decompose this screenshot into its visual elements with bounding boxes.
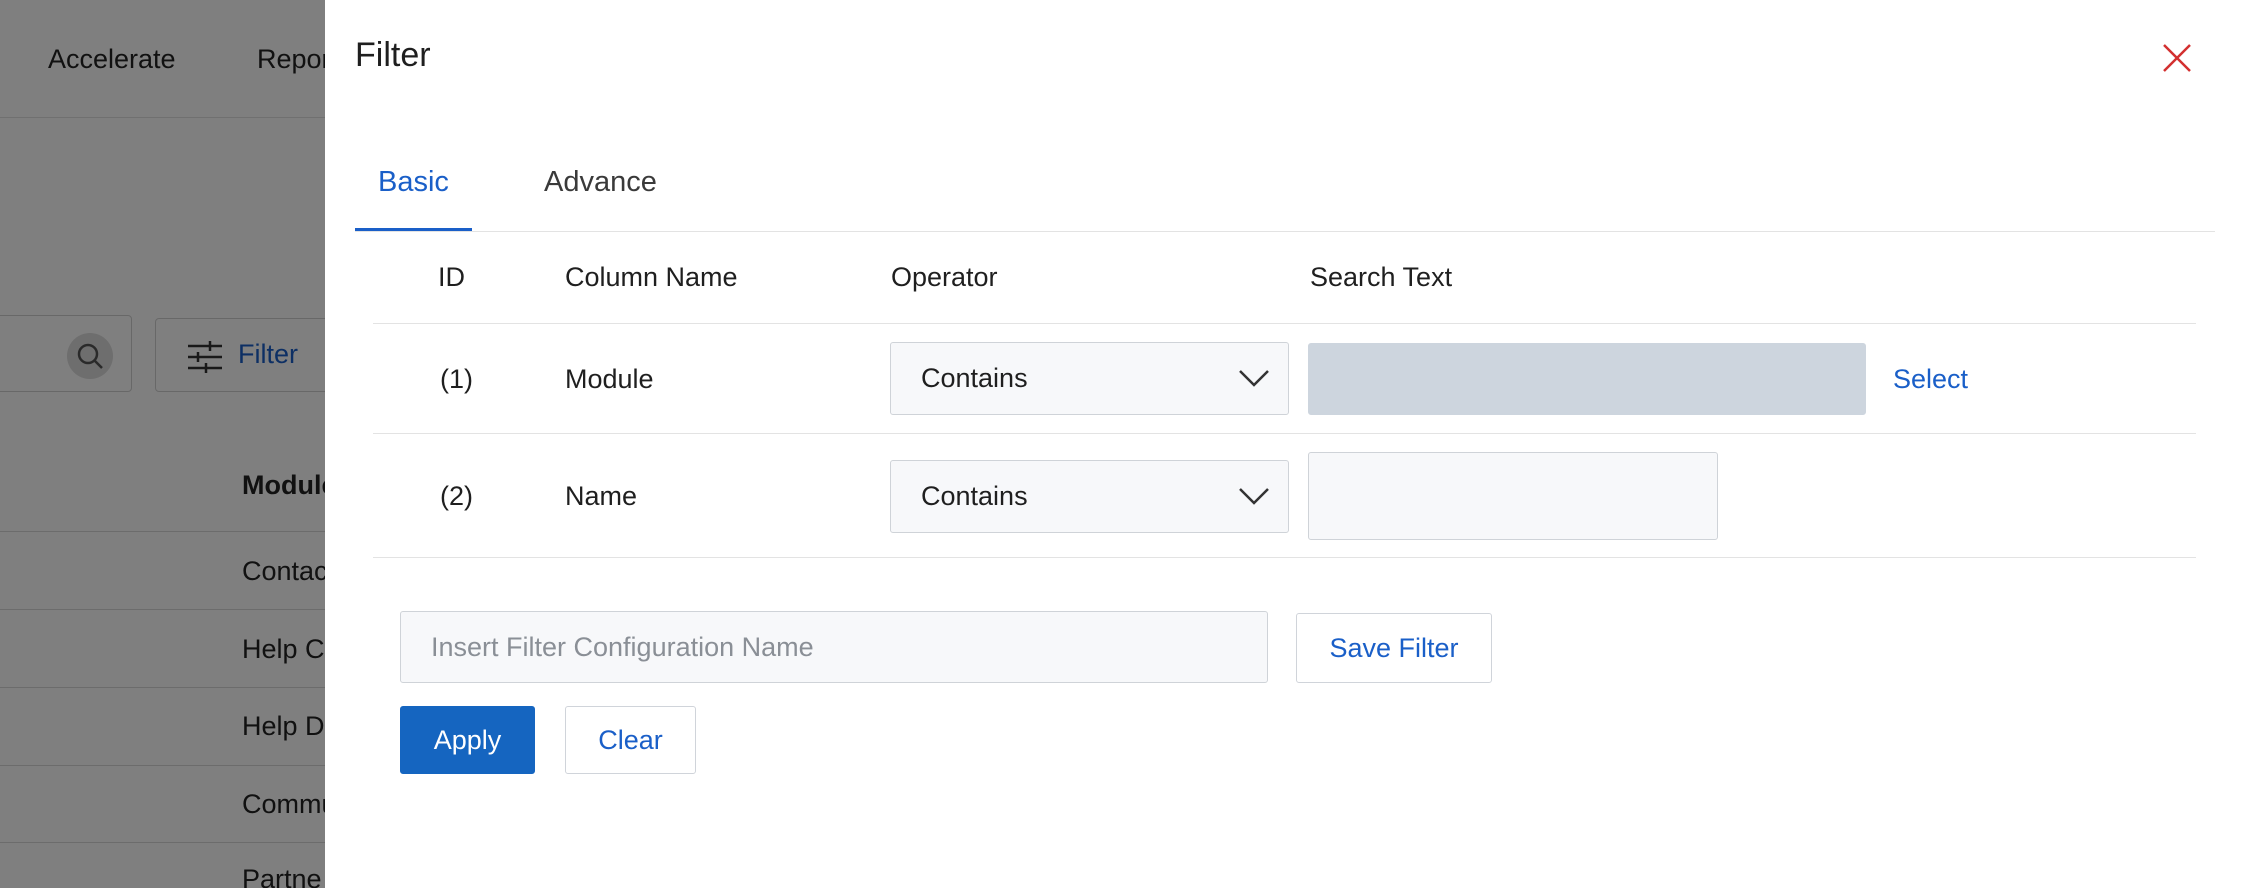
- filter-row: (2) Name Contains: [373, 434, 2196, 558]
- filter-grid-header: ID Column Name Operator Search Text: [373, 232, 2196, 324]
- column-header-operator: Operator: [891, 262, 998, 292]
- column-header-id: ID: [438, 262, 465, 292]
- row-column-name: Name: [565, 481, 638, 511]
- filter-row: (1) Module Contains Select: [373, 324, 2196, 434]
- row-id: (1): [440, 364, 473, 394]
- column-header-column-name: Column Name: [565, 262, 738, 292]
- filter-config-name-input[interactable]: [400, 611, 1268, 683]
- row-column-name: Module: [565, 364, 654, 394]
- search-text-input-disabled: [1308, 343, 1866, 415]
- filter-tabs: Basic Advance: [355, 150, 2215, 232]
- chevron-down-icon: [1239, 370, 1269, 387]
- drawer-title: Filter: [355, 36, 431, 74]
- operator-select-value: Contains: [921, 363, 1028, 393]
- operator-select-value: Contains: [921, 481, 1028, 511]
- clear-button[interactable]: Clear: [565, 706, 696, 774]
- row-id: (2): [440, 481, 473, 511]
- search-text-input[interactable]: [1308, 452, 1718, 540]
- tab-advance[interactable]: Advance: [521, 166, 680, 231]
- operator-select[interactable]: Contains: [890, 342, 1289, 415]
- close-button[interactable]: [2155, 36, 2199, 80]
- tab-basic[interactable]: Basic: [355, 166, 472, 231]
- select-link[interactable]: Select: [1893, 364, 1968, 395]
- filter-drawer: Filter Basic Advance ID Column Name Oper…: [325, 0, 2245, 888]
- apply-button[interactable]: Apply: [400, 706, 535, 774]
- save-filter-button[interactable]: Save Filter: [1296, 613, 1492, 683]
- chevron-down-icon: [1239, 488, 1269, 505]
- close-icon: [2163, 44, 2191, 72]
- column-header-search-text: Search Text: [1310, 262, 1453, 292]
- operator-select[interactable]: Contains: [890, 460, 1289, 533]
